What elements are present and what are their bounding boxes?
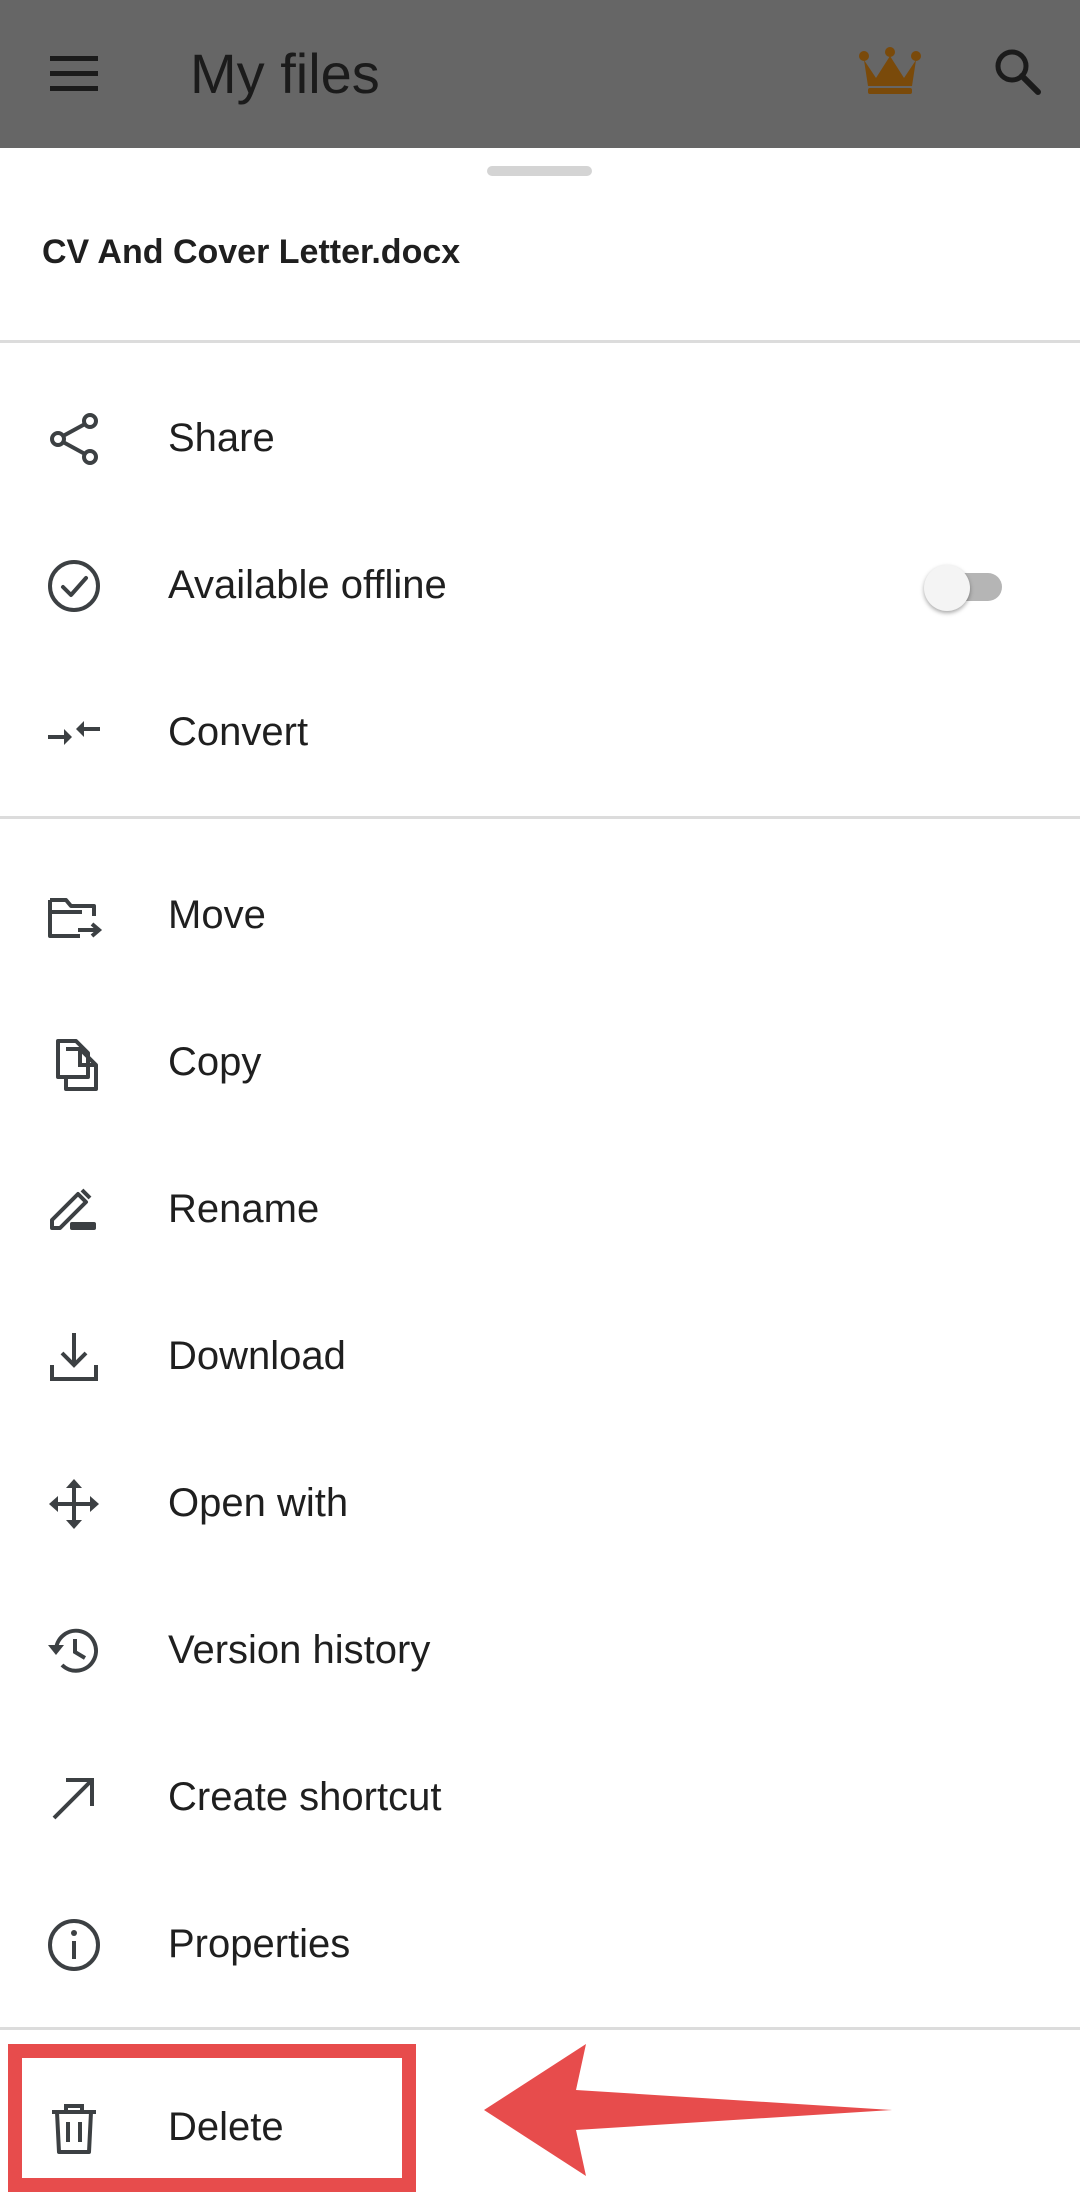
divider: [0, 816, 1080, 819]
toggle-thumb: [924, 565, 970, 611]
copy-icon: [44, 1033, 104, 1093]
annotation-arrow-icon: [484, 2044, 892, 2176]
shortcut-icon: [44, 1768, 104, 1828]
menu-item-label: Copy: [168, 1040, 262, 1084]
history-icon: [44, 1621, 104, 1681]
menu-item-label: Available offline: [168, 563, 447, 607]
sheet-file-name: CV And Cover Letter.docx: [42, 233, 461, 271]
menu-item-label: Move: [168, 893, 266, 937]
drag-handle[interactable]: [487, 166, 592, 176]
menu-item-label: Rename: [168, 1187, 320, 1231]
menu-icon[interactable]: [44, 46, 104, 102]
page-title: My files: [190, 42, 380, 105]
menu-item-label: Share: [168, 416, 275, 460]
menu-item-rename[interactable]: Rename: [0, 1136, 1080, 1276]
menu-item-label: Version history: [168, 1628, 431, 1672]
annotation-highlight-box: [8, 2044, 416, 2192]
menu-item-available-offline[interactable]: Available offline: [0, 512, 1080, 652]
menu-item-copy[interactable]: Copy: [0, 989, 1080, 1129]
menu-item-label: Properties: [168, 1922, 351, 1966]
menu-item-version-history[interactable]: Version history: [0, 1577, 1080, 1717]
file-actions-sheet: CV And Cover Letter.docx Share Available…: [0, 148, 1080, 2198]
menu-item-label: Convert: [168, 710, 309, 754]
crown-icon[interactable]: [858, 46, 922, 96]
open-with-icon: [44, 1474, 104, 1534]
search-icon[interactable]: [990, 44, 1046, 100]
info-icon: [44, 1915, 104, 1975]
available-offline-toggle[interactable]: [924, 565, 1006, 611]
menu-item-create-shortcut[interactable]: Create shortcut: [0, 1724, 1080, 1864]
menu-item-share[interactable]: Share: [0, 365, 1080, 505]
offline-check-icon: [44, 556, 104, 616]
divider: [0, 340, 1080, 343]
menu-item-open-with[interactable]: Open with: [0, 1430, 1080, 1570]
share-icon: [44, 409, 104, 469]
divider: [0, 2027, 1080, 2030]
rename-icon: [44, 1180, 104, 1240]
download-icon: [44, 1327, 104, 1387]
screen: My files CV And Cover Letter.docx Share …: [0, 0, 1080, 2198]
convert-icon: [44, 703, 104, 763]
menu-item-label: Open with: [168, 1481, 349, 1525]
move-folder-icon: [44, 886, 104, 946]
menu-item-properties[interactable]: Properties: [0, 1871, 1080, 2011]
menu-item-move[interactable]: Move: [0, 842, 1080, 982]
menu-item-label: Download: [168, 1334, 346, 1378]
menu-item-convert[interactable]: Convert: [0, 659, 1080, 799]
menu-item-label: Create shortcut: [168, 1775, 442, 1819]
menu-item-download[interactable]: Download: [0, 1283, 1080, 1423]
app-bar: My files: [0, 0, 1080, 148]
